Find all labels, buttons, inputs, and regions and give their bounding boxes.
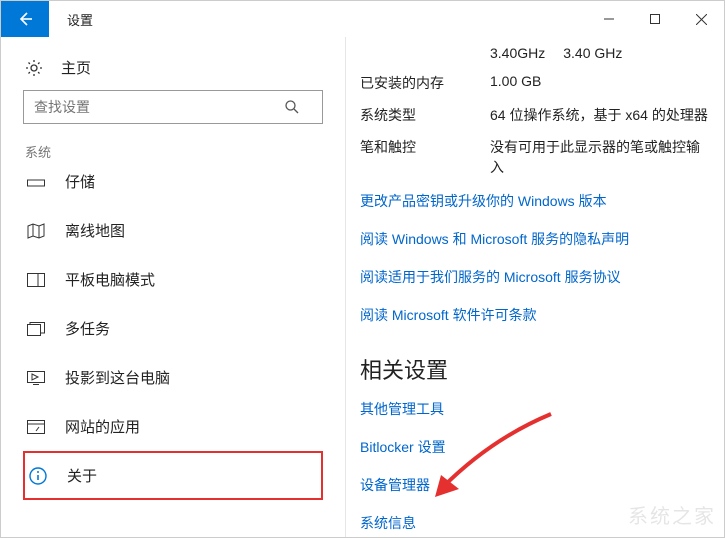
link-system-info[interactable]: 系统信息 bbox=[360, 513, 710, 533]
sidebar-item-website-apps[interactable]: 网站的应用 bbox=[23, 402, 323, 451]
link-admin-tools[interactable]: 其他管理工具 bbox=[360, 399, 710, 419]
ram-value: 1.00 GB bbox=[490, 73, 710, 93]
sidebar-item-label: 投影到这台电脑 bbox=[65, 367, 170, 388]
sidebar-item-about[interactable]: 关于 bbox=[23, 451, 323, 500]
sidebar-item-label: 离线地图 bbox=[65, 220, 125, 241]
cpu-freq-2: 3.40 GHz bbox=[563, 45, 622, 61]
gear-icon bbox=[25, 59, 43, 77]
link-bitlocker[interactable]: Bitlocker 设置 bbox=[360, 437, 710, 457]
sidebar-item-label: 仔储 bbox=[65, 171, 95, 192]
sidebar-item-label: 关于 bbox=[67, 465, 97, 486]
storage-icon bbox=[27, 177, 47, 187]
search-input[interactable] bbox=[24, 99, 284, 115]
sidebar: 主页 系统 仔储 离线地图 平板电脑模式 多任务 投影到这台电脑 bbox=[1, 37, 346, 537]
spec-row-systype: 系统类型 64 位操作系统，基于 x64 的处理器 bbox=[360, 105, 710, 125]
link-privacy-statement[interactable]: 阅读 Windows 和 Microsoft 服务的隐私声明 bbox=[360, 229, 710, 249]
info-icon bbox=[29, 467, 49, 485]
search-icon bbox=[284, 99, 322, 115]
sidebar-home-label: 主页 bbox=[61, 57, 91, 78]
link-device-manager[interactable]: 设备管理器 bbox=[360, 475, 710, 495]
related-heading: 相关设置 bbox=[360, 353, 710, 385]
tablet-icon bbox=[27, 273, 47, 287]
systype-label: 系统类型 bbox=[360, 105, 490, 125]
sidebar-group-label: 系统 bbox=[25, 142, 323, 161]
link-service-agreement[interactable]: 阅读适用于我们服务的 Microsoft 服务协议 bbox=[360, 267, 710, 287]
sidebar-item-label: 网站的应用 bbox=[65, 416, 140, 437]
sidebar-item-projecting[interactable]: 投影到这台电脑 bbox=[23, 353, 323, 402]
sidebar-item-offline-maps[interactable]: 离线地图 bbox=[23, 206, 323, 255]
map-icon bbox=[27, 223, 47, 239]
multitask-icon bbox=[27, 322, 47, 336]
sidebar-item-label: 平板电脑模式 bbox=[65, 269, 155, 290]
sidebar-item-label: 多任务 bbox=[65, 318, 110, 339]
minimize-button[interactable] bbox=[586, 1, 632, 37]
sidebar-home[interactable]: 主页 bbox=[23, 51, 323, 90]
spec-row-frequency: 3.40GHz 3.40 GHz bbox=[360, 45, 710, 61]
project-icon bbox=[27, 371, 47, 385]
pen-value: 没有可用于此显示器的笔或触控输入 bbox=[490, 137, 710, 177]
spec-row-pen: 笔和触控 没有可用于此显示器的笔或触控输入 bbox=[360, 137, 710, 177]
back-button[interactable] bbox=[1, 1, 49, 37]
apps-icon bbox=[27, 420, 47, 434]
ram-label: 已安装的内存 bbox=[360, 73, 490, 93]
link-change-product-key[interactable]: 更改产品密钥或升级你的 Windows 版本 bbox=[360, 191, 710, 211]
main-content: 3.40GHz 3.40 GHz 已安装的内存 1.00 GB 系统类型 64 … bbox=[346, 37, 724, 537]
close-button[interactable] bbox=[678, 1, 724, 37]
sidebar-item-tablet-mode[interactable]: 平板电脑模式 bbox=[23, 255, 323, 304]
window-title: 设置 bbox=[49, 1, 93, 37]
link-license-terms[interactable]: 阅读 Microsoft 软件许可条款 bbox=[360, 305, 710, 325]
spec-row-ram: 已安装的内存 1.00 GB bbox=[360, 73, 710, 93]
sidebar-item-storage[interactable]: 仔储 bbox=[23, 171, 323, 206]
systype-value: 64 位操作系统，基于 x64 的处理器 bbox=[490, 105, 710, 125]
titlebar: 设置 bbox=[1, 1, 724, 37]
sidebar-item-multitask[interactable]: 多任务 bbox=[23, 304, 323, 353]
cpu-freq-1: 3.40GHz bbox=[490, 45, 545, 61]
maximize-button[interactable] bbox=[632, 1, 678, 37]
search-box[interactable] bbox=[23, 90, 323, 124]
pen-label: 笔和触控 bbox=[360, 137, 490, 177]
